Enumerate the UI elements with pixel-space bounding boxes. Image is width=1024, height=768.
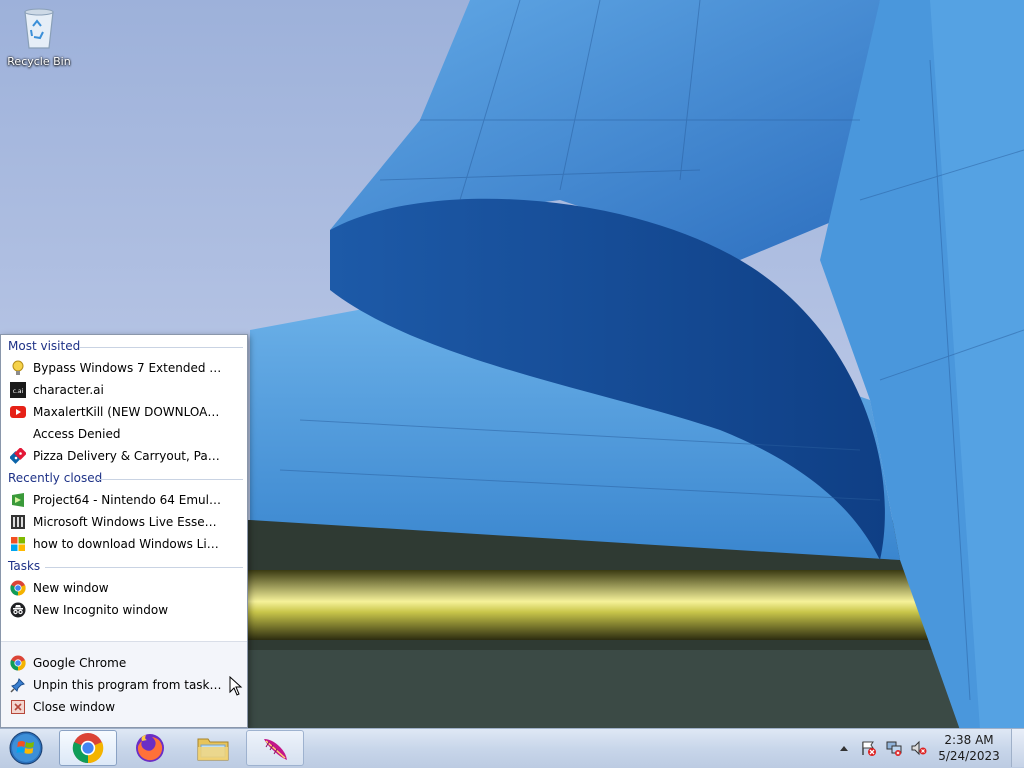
chrome-icon (10, 655, 26, 671)
jump-item-label: Google Chrome (33, 656, 127, 670)
jump-item-label: MaxalertKill (NEW DOWNLOAD L... (33, 405, 223, 419)
firefox-icon (136, 734, 164, 762)
recycle-bin-icon (24, 8, 54, 49)
jump-item-label: Pizza Delivery & Carryout, Pasta, ... (33, 449, 223, 463)
svg-text:c.ai: c.ai (13, 388, 24, 395)
jump-open-chrome[interactable]: Google Chrome (1, 652, 247, 674)
microsoft-icon (10, 536, 26, 552)
recently-closed-label: Recently closed (8, 471, 103, 485)
jump-item-label: Bypass Windows 7 Extended Sec... (33, 361, 223, 375)
recycle-bin-desktop-icon[interactable]: Recycle Bin (4, 6, 74, 68)
clock-date: 5/24/2023 (938, 749, 1000, 763)
divider (97, 479, 243, 480)
clock[interactable]: 2:38 AM 5/24/2023 (933, 732, 1005, 764)
jump-item-label: New window (33, 581, 109, 595)
tasks-header: Tasks (1, 555, 247, 577)
clock-time: 2:38 AM (944, 733, 994, 747)
jump-item-label: Unpin this program from taskbar (33, 678, 223, 692)
recycle-bin-label: Recycle Bin (7, 55, 71, 68)
youtube-icon (10, 404, 26, 420)
network-icon[interactable] (883, 737, 905, 759)
jump-item-label: Project64 - Nintendo 64 Emulator (33, 493, 223, 507)
jump-close-window[interactable]: Close window (1, 696, 247, 718)
chrome-icon (72, 733, 104, 764)
most-visited-header: Most visited (1, 335, 247, 357)
divider (45, 567, 243, 568)
jump-item-most-visited[interactable]: Access Denied (1, 423, 247, 445)
recently-closed-header: Recently closed (1, 467, 247, 489)
blank-page-icon (10, 426, 26, 442)
volume-muted-icon[interactable] (908, 737, 930, 759)
jump-item-most-visited[interactable]: Bypass Windows 7 Extended Sec... (1, 357, 247, 379)
jump-item-label: Access Denied (33, 427, 121, 441)
lightbulb-icon (10, 360, 26, 376)
system-tray: 2:38 AM 5/24/2023 (833, 729, 1024, 767)
project64-icon (10, 492, 26, 508)
start-button[interactable] (4, 730, 48, 766)
jump-item-label: character.ai (33, 383, 104, 397)
show-desktop-button[interactable] (1011, 729, 1024, 767)
jump-task-new-incognito[interactable]: New Incognito window (1, 599, 247, 621)
taskbar-firefox[interactable] (121, 730, 179, 766)
jump-item-recently-closed[interactable]: how to download Windows Live ... (1, 533, 247, 555)
chevron-up-icon (840, 746, 848, 751)
jump-item-label: how to download Windows Live ... (33, 537, 223, 551)
incognito-icon (10, 602, 26, 618)
close-window-icon (10, 699, 26, 715)
show-hidden-icons-button[interactable] (833, 737, 855, 759)
character-ai-icon: c.ai (10, 382, 26, 398)
jump-task-new-window[interactable]: New window (1, 577, 247, 599)
archive-icon (10, 514, 26, 530)
jump-item-most-visited[interactable]: c.ai character.ai (1, 379, 247, 401)
windows-logo-icon (9, 731, 43, 765)
chrome-icon (10, 580, 26, 596)
jump-item-recently-closed[interactable]: Project64 - Nintendo 64 Emulator (1, 489, 247, 511)
jump-item-most-visited[interactable]: MaxalertKill (NEW DOWNLOAD L... (1, 401, 247, 423)
jump-unpin-program[interactable]: Unpin this program from taskbar (1, 674, 247, 696)
taskbar-chrome[interactable] (59, 730, 117, 766)
jump-list-footer: Google Chrome Unpin this program from ta… (1, 642, 247, 718)
action-center-icon[interactable] (858, 737, 880, 759)
feather-icon (264, 739, 287, 760)
mouse-cursor-icon (229, 676, 243, 696)
jump-item-label: Microsoft Windows Live Essential... (33, 515, 223, 529)
divider (79, 347, 243, 348)
most-visited-label: Most visited (8, 339, 81, 353)
jump-item-label: Close window (33, 700, 116, 714)
jump-list-main: Most visited Bypass Windows 7 Extended S… (1, 335, 247, 642)
chrome-jump-list: Most visited Bypass Windows 7 Extended S… (0, 334, 248, 728)
dominos-icon (10, 448, 26, 464)
taskbar: 2:38 AM 5/24/2023 (0, 728, 1024, 768)
taskbar-explorer[interactable] (184, 730, 242, 766)
folder-icon (197, 738, 229, 761)
taskbar-feather-app[interactable] (246, 730, 304, 766)
jump-item-label: New Incognito window (33, 603, 169, 617)
tasks-label: Tasks (8, 559, 41, 573)
jump-item-recently-closed[interactable]: Microsoft Windows Live Essential... (1, 511, 247, 533)
unpin-icon (10, 677, 26, 693)
jump-item-most-visited[interactable]: Pizza Delivery & Carryout, Pasta, ... (1, 445, 247, 467)
